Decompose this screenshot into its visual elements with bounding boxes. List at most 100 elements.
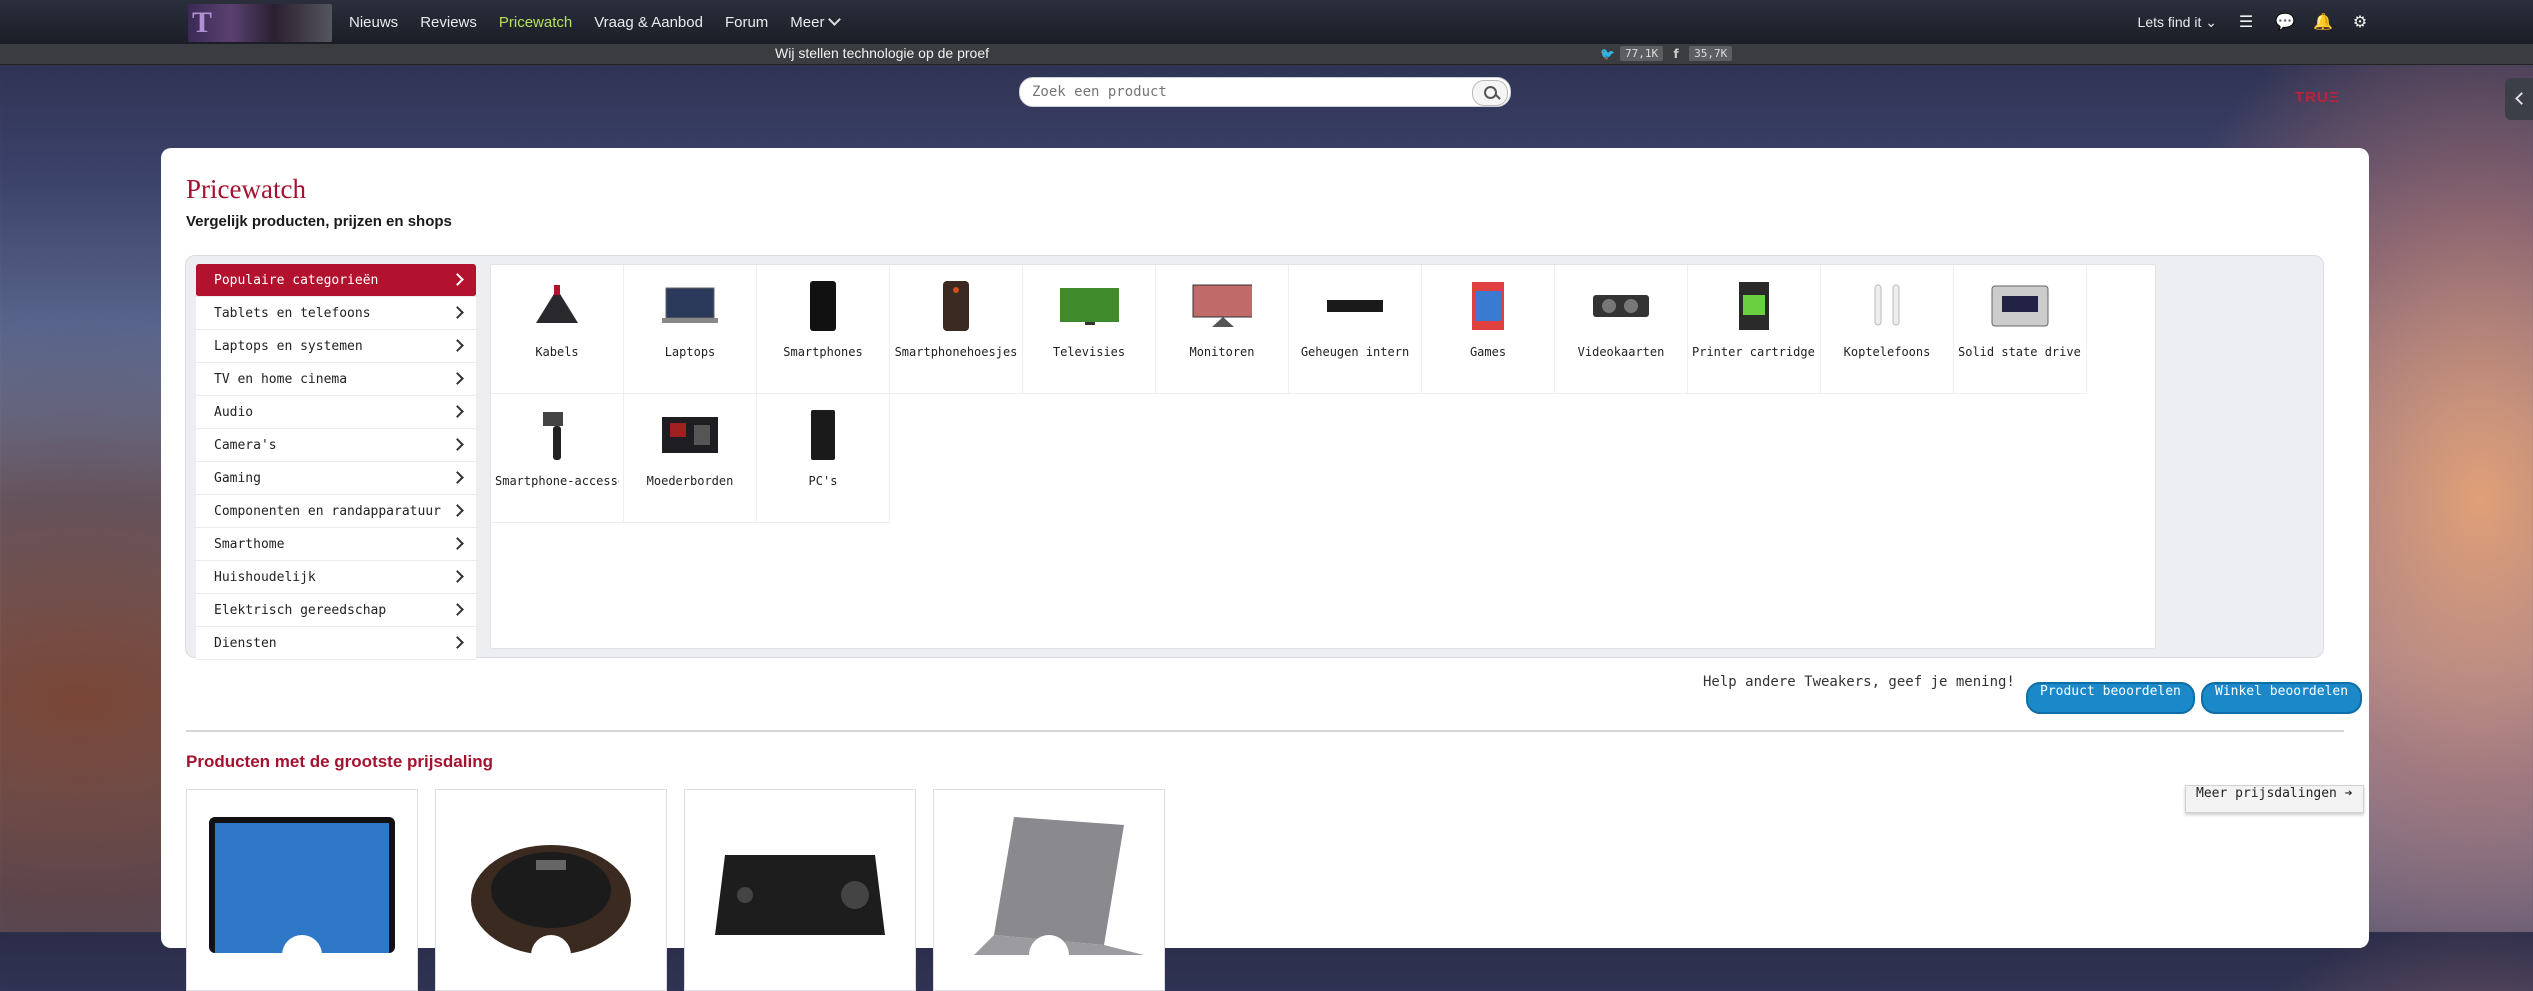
search-icon bbox=[1484, 86, 1497, 99]
category-elektrisch-gereedschap[interactable]: Elektrisch gereedschap bbox=[196, 594, 476, 627]
nav-vraag-aanbod[interactable]: Vraag & Aanbod bbox=[594, 14, 703, 31]
price-drop-product-2[interactable] bbox=[435, 789, 667, 991]
cable-icon bbox=[527, 281, 587, 331]
user-nav: Lets find it ⌄ ☰ 💬 🔔 ⚙ bbox=[2138, 0, 2369, 44]
nav-nieuws[interactable]: Nieuws bbox=[349, 14, 398, 31]
tile-smartphones[interactable]: Smartphones bbox=[757, 265, 890, 394]
category-smarthome[interactable]: Smarthome bbox=[196, 528, 476, 561]
motherboard-icon bbox=[660, 410, 720, 460]
twitter-icon[interactable]: 🐦 bbox=[1600, 47, 1615, 61]
bell-icon[interactable]: 🔔 bbox=[2313, 13, 2333, 31]
robot-vacuum-image bbox=[471, 845, 631, 955]
chevron-left-icon bbox=[2515, 92, 2528, 105]
category-browser: Populaire categorieën Tablets en telefoo… bbox=[185, 255, 2324, 660]
price-drop-product-1[interactable] bbox=[186, 789, 418, 991]
tile-laptops[interactable]: Laptops bbox=[624, 265, 757, 394]
nav-meer-label: Meer bbox=[790, 13, 825, 31]
tile-televisies[interactable]: Televisies bbox=[1023, 265, 1156, 394]
feedback-text: Help andere Tweakers, geef je mening! bbox=[1703, 674, 2015, 690]
tile-solid-state-drives[interactable]: Solid state drives bbox=[1954, 265, 2087, 394]
twitter-count: 77,1K bbox=[1620, 46, 1664, 61]
laptop-image bbox=[974, 817, 1144, 955]
category-gaming[interactable]: Gaming bbox=[196, 462, 476, 495]
site-logo[interactable]: T bbox=[188, 4, 332, 42]
page-title: Pricewatch bbox=[186, 174, 306, 204]
popular-category-grid: Kabels Laptops Smartphones Smartphonehoe… bbox=[490, 264, 2156, 649]
chevron-right-icon bbox=[451, 603, 464, 616]
price-drop-product-4[interactable] bbox=[933, 789, 1165, 991]
nav-meer[interactable]: Meer bbox=[790, 12, 842, 31]
tablet-image bbox=[209, 817, 395, 955]
smartphone-icon bbox=[793, 281, 853, 331]
main-content: Pricewatch Vergelijk producten, prijzen … bbox=[161, 148, 2369, 991]
television-icon bbox=[1059, 281, 1119, 331]
chevron-right-icon bbox=[451, 504, 464, 517]
top-navbar: T Nieuws Reviews Pricewatch Vraag & Aanb… bbox=[0, 0, 2533, 45]
facebook-count: 35,7K bbox=[1689, 46, 1733, 61]
chevron-right-icon bbox=[451, 273, 464, 286]
tile-monitoren[interactable]: Monitoren bbox=[1156, 265, 1289, 394]
chevron-right-icon bbox=[451, 306, 464, 319]
tile-koptelefoons[interactable]: Koptelefoons bbox=[1821, 265, 1954, 394]
more-price-drops-button[interactable]: Meer prijsdalingen ➔ bbox=[2185, 785, 2364, 813]
earbuds-icon bbox=[1857, 281, 1917, 331]
chevron-right-icon bbox=[451, 537, 464, 550]
chevron-right-icon bbox=[451, 636, 464, 649]
pc-tower-icon bbox=[793, 410, 853, 460]
category-audio[interactable]: Audio bbox=[196, 396, 476, 429]
chevron-right-icon bbox=[451, 405, 464, 418]
tile-smartphone-accessoires[interactable]: Smartphone-accessoires bbox=[491, 394, 624, 523]
product-search bbox=[1019, 77, 1511, 107]
price-drop-product-3[interactable] bbox=[684, 789, 916, 991]
chevron-right-icon bbox=[451, 339, 464, 352]
list-icon[interactable]: ☰ bbox=[2237, 13, 2255, 31]
tile-smartphonehoesjes[interactable]: Smartphonehoesjes bbox=[890, 265, 1023, 394]
tile-printer-cartridges[interactable]: Printer cartridges bbox=[1688, 265, 1821, 394]
category-laptops-systemen[interactable]: Laptops en systemen bbox=[196, 330, 476, 363]
tile-geheugen-intern[interactable]: Geheugen intern bbox=[1289, 265, 1422, 394]
sponsor-logo[interactable]: TRUΞ bbox=[2295, 89, 2339, 106]
tagline: Wij stellen technologie op de proef bbox=[775, 45, 990, 61]
chevron-down-icon bbox=[828, 12, 842, 26]
phone-case-icon bbox=[926, 281, 986, 331]
category-diensten[interactable]: Diensten bbox=[196, 627, 476, 660]
social-links: 🐦 77,1K f 35,7K bbox=[1600, 46, 1733, 61]
ssd-icon bbox=[1990, 281, 2050, 331]
category-cameras[interactable]: Camera's bbox=[196, 429, 476, 462]
sub-bar: Wij stellen technologie op de proef 🐦 77… bbox=[0, 44, 2533, 65]
chat-icon[interactable]: 💬 bbox=[2275, 13, 2295, 31]
nav-forum[interactable]: Forum bbox=[725, 14, 768, 31]
price-drop-title: Producten met de grootste prijsdaling bbox=[186, 752, 493, 771]
tile-moederborden[interactable]: Moederborden bbox=[624, 394, 757, 523]
nav-pricewatch[interactable]: Pricewatch bbox=[499, 14, 572, 31]
cartridge-icon bbox=[1724, 281, 1784, 331]
facebook-icon[interactable]: f bbox=[1669, 47, 1683, 61]
page-subtitle: Vergelijk producten, prijzen en shops bbox=[186, 213, 452, 230]
tile-videokaarten[interactable]: Videokaarten bbox=[1555, 265, 1688, 394]
chevron-right-icon bbox=[451, 570, 464, 583]
laptop-icon bbox=[660, 281, 720, 331]
category-populaire[interactable]: Populaire categorieën bbox=[196, 264, 476, 297]
side-panel-toggle[interactable] bbox=[2505, 78, 2533, 120]
game-box-icon bbox=[1458, 281, 1518, 331]
search-input[interactable] bbox=[1030, 81, 1464, 103]
tile-games[interactable]: Games bbox=[1422, 265, 1555, 394]
settings-icon[interactable]: ⚙ bbox=[2351, 13, 2369, 31]
category-tv-home-cinema[interactable]: TV en home cinema bbox=[196, 363, 476, 396]
category-huishoudelijk[interactable]: Huishoudelijk bbox=[196, 561, 476, 594]
category-componenten[interactable]: Componenten en randapparatuur bbox=[196, 495, 476, 528]
search-button[interactable] bbox=[1472, 80, 1508, 106]
nav-reviews[interactable]: Reviews bbox=[420, 14, 477, 31]
category-tablets-telefoons[interactable]: Tablets en telefoons bbox=[196, 297, 476, 330]
lets-find-it-menu[interactable]: Lets find it ⌄ bbox=[2138, 14, 2217, 31]
monitor-icon bbox=[1192, 281, 1252, 331]
tile-pcs[interactable]: PC's bbox=[757, 394, 890, 523]
gimbal-icon bbox=[527, 410, 587, 460]
chevron-right-icon bbox=[451, 438, 464, 451]
chevron-right-icon bbox=[451, 471, 464, 484]
shop-review-button[interactable]: Winkel beoordelen bbox=[2201, 682, 2363, 714]
tile-kabels[interactable]: Kabels bbox=[491, 265, 624, 394]
chevron-right-icon bbox=[451, 372, 464, 385]
graphics-card-icon bbox=[1591, 281, 1651, 331]
product-review-button[interactable]: Product beoordelen bbox=[2026, 682, 2195, 714]
